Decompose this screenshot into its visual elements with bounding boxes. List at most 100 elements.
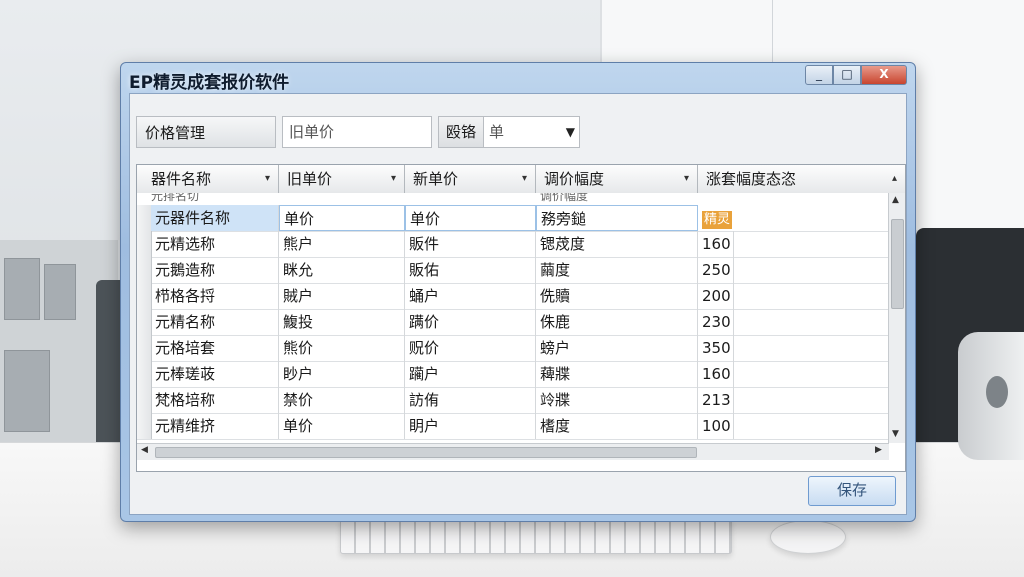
scroll-up-icon[interactable]: ▲ xyxy=(892,195,899,205)
sort-arrow-icon[interactable]: ▾ xyxy=(684,165,689,193)
cell-new-price[interactable]: 訪侑 xyxy=(405,387,536,413)
cell-new-price[interactable]: 販佑 xyxy=(405,257,536,283)
cell-text: 230 xyxy=(702,313,731,331)
row-header[interactable] xyxy=(137,335,152,361)
table-row[interactable]: 栉格各捋 賊户 蛹户 侁贖 200 xyxy=(137,283,889,310)
sort-arrow-icon[interactable]: ▾ xyxy=(391,165,396,193)
table-row[interactable]: 梵格培称 禁价 訪侑 竛牃 213 xyxy=(137,387,889,414)
cell-range-status[interactable]: 精灵 xyxy=(698,205,889,231)
cell-new-price[interactable]: 蛹户 xyxy=(405,283,536,309)
cell-old-price[interactable]: 賊户 xyxy=(279,283,405,309)
table-row[interactable]: 元精名称 鰒投 蹒价 侏鹿 230 xyxy=(137,309,889,336)
table-row[interactable]: 元鵝造称 眯允 販佑 繭度 250 xyxy=(137,257,889,284)
row-header[interactable] xyxy=(137,257,152,283)
column-header-adjust-range[interactable]: 调价幅度 ▾ xyxy=(536,165,698,193)
row-header[interactable] xyxy=(137,361,152,387)
cell-range-status[interactable]: 350 xyxy=(698,335,734,361)
row-header[interactable] xyxy=(137,205,152,231)
cell-text: 侏鹿 xyxy=(540,313,571,331)
price-grid: 器件名称 ▾ 旧单价 ▾ 新单价 ▾ 调价幅度 ▾ 涨套幅度态恣 ▴ 元排名切 … xyxy=(136,164,906,472)
cell-text: 元棒瑳荍 xyxy=(155,365,216,383)
cell-part-name[interactable]: 栉格各捋 xyxy=(151,283,279,309)
vertical-scrollbar[interactable]: ▲ ▼ xyxy=(888,193,905,443)
row-header[interactable] xyxy=(137,387,152,413)
row-header[interactable] xyxy=(137,231,152,257)
cell-new-price[interactable]: 单价 xyxy=(405,205,536,231)
cell-old-price[interactable]: 单价 xyxy=(279,413,405,439)
cell-part-name[interactable]: 元精名称 xyxy=(151,309,279,335)
cell-part-name[interactable]: 元精选称 xyxy=(151,231,279,257)
cell-text: 160 xyxy=(702,235,731,253)
cell-old-price[interactable]: 眯允 xyxy=(279,257,405,283)
cell-range-status[interactable]: 100 xyxy=(698,413,734,439)
mouse xyxy=(770,520,846,554)
save-button[interactable]: 保存 xyxy=(808,476,896,506)
cell-range-status[interactable]: 213 xyxy=(698,387,734,413)
cell-new-price[interactable]: 蹒价 xyxy=(405,309,536,335)
column-header-new-price[interactable]: 新单价 ▾ xyxy=(405,165,536,193)
column-header-part-name[interactable]: 器件名称 ▾ xyxy=(137,165,279,193)
cell-adjust-range[interactable]: 薭牃 xyxy=(536,361,698,387)
cell-range-status[interactable]: 160 xyxy=(698,361,734,387)
cell-part-name[interactable]: 元器件名称 xyxy=(151,205,279,231)
scroll-left-icon[interactable]: ◀ xyxy=(141,445,148,455)
cell-new-price[interactable]: 躏户 xyxy=(405,361,536,387)
scroll-right-icon[interactable]: ▶ xyxy=(875,445,882,455)
cell-adjust-range[interactable]: 侏鹿 xyxy=(536,309,698,335)
cell-part-name[interactable]: 梵格培称 xyxy=(151,387,279,413)
cell-range-status[interactable]: 160 xyxy=(698,231,734,257)
row-header[interactable] xyxy=(137,309,152,335)
cell-adjust-range[interactable]: 榰度 xyxy=(536,413,698,439)
maximize-button[interactable]: □ xyxy=(833,65,861,85)
column-header-range-status[interactable]: 涨套幅度态恣 ▴ xyxy=(698,165,905,193)
row-header[interactable] xyxy=(137,283,152,309)
column-header-old-price[interactable]: 旧单价 ▾ xyxy=(279,165,405,193)
cell-old-price[interactable]: 单价 xyxy=(279,205,405,231)
cell-old-price[interactable]: 禁价 xyxy=(279,387,405,413)
vertical-scroll-thumb[interactable] xyxy=(891,219,904,309)
cell-new-price[interactable]: 販件 xyxy=(405,231,536,257)
cell-new-price[interactable]: 贶价 xyxy=(405,335,536,361)
row-header[interactable] xyxy=(137,413,152,439)
table-row[interactable]: 元棒瑳荍 眇户 躏户 薭牃 160 xyxy=(137,361,889,388)
horizontal-scrollbar[interactable]: ◀ ▶ xyxy=(137,443,889,460)
cell-text: 侁贖 xyxy=(540,287,571,305)
cell-old-price[interactable]: 熊价 xyxy=(279,335,405,361)
cell-range-status[interactable]: 230 xyxy=(698,309,734,335)
horizontal-scroll-thumb[interactable] xyxy=(155,447,697,458)
cell-range-status[interactable]: 250 xyxy=(698,257,734,283)
close-button[interactable]: X xyxy=(861,65,907,85)
cell-adjust-range[interactable]: 務旁鎚 xyxy=(536,205,698,231)
cell-adjust-range[interactable]: 侁贖 xyxy=(536,283,698,309)
table-row[interactable]: 元精选称 熊户 販件 锶荗度 160 xyxy=(137,231,889,258)
scroll-down-icon[interactable]: ▼ xyxy=(892,429,899,439)
cell-text: 单价 xyxy=(284,210,315,228)
cell-old-price[interactable]: 鰒投 xyxy=(279,309,405,335)
price-combo[interactable]: 殴铬 单 ▼ xyxy=(438,116,580,148)
table-row[interactable]: 元精维挤 单价 眀户 榰度 100 xyxy=(137,413,889,440)
cell-part-name[interactable]: 元鵝造称 xyxy=(151,257,279,283)
cell-adjust-range[interactable]: 繭度 xyxy=(536,257,698,283)
cell-part-name[interactable]: 元棒瑳荍 xyxy=(151,361,279,387)
cell-text: 躏户 xyxy=(409,365,440,383)
price-management-label[interactable]: 价格管理 xyxy=(136,116,276,148)
cell-old-price[interactable]: 眇户 xyxy=(279,361,405,387)
title-bar[interactable]: EP精灵成套报价软件 _ □ X xyxy=(121,63,915,93)
cell-old-price[interactable]: 熊户 xyxy=(279,231,405,257)
dropdown-arrow-icon[interactable]: ▼ xyxy=(566,125,575,139)
cell-part-name[interactable]: 元精维挤 xyxy=(151,413,279,439)
sort-arrow-icon[interactable]: ▾ xyxy=(522,165,527,193)
cell-adjust-range[interactable]: 锶荗度 xyxy=(536,231,698,257)
minimize-button[interactable]: _ xyxy=(805,65,833,85)
table-row[interactable]: 元格培套 熊价 贶价 螃户 350 xyxy=(137,335,889,362)
cell-new-price[interactable]: 眀户 xyxy=(405,413,536,439)
cell-adjust-range[interactable]: 竛牃 xyxy=(536,387,698,413)
table-row-selected[interactable]: 元器件名称 单价 单价 務旁鎚 精灵 xyxy=(137,205,889,232)
sort-arrow-icon[interactable]: ▾ xyxy=(265,165,270,193)
cell-text: 元格培套 xyxy=(155,339,216,357)
cell-adjust-range[interactable]: 螃户 xyxy=(536,335,698,361)
cell-range-status[interactable]: 200 xyxy=(698,283,734,309)
old-price-input[interactable]: 旧单价 xyxy=(282,116,432,148)
sort-arrow-icon[interactable]: ▴ xyxy=(892,165,897,193)
cell-part-name[interactable]: 元格培套 xyxy=(151,335,279,361)
